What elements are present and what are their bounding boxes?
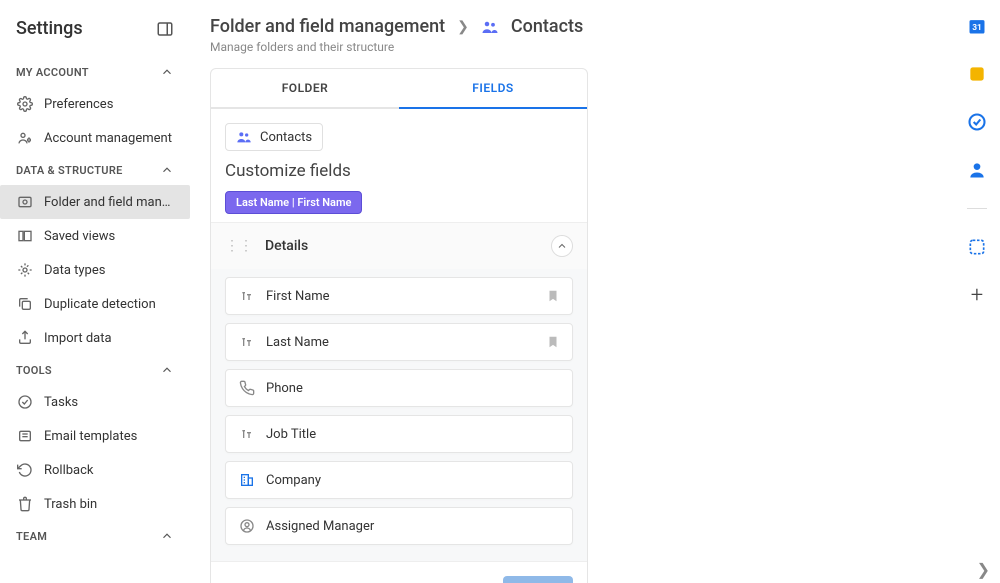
duplicate-icon xyxy=(16,295,34,313)
bookmark-icon[interactable] xyxy=(546,335,560,349)
chevron-up-icon xyxy=(160,363,174,377)
data-types-icon xyxy=(16,261,34,279)
tasks-icon xyxy=(16,393,34,411)
nav-tasks[interactable]: Tasks xyxy=(0,385,190,419)
nav-preferences[interactable]: Preferences xyxy=(0,87,190,121)
section-my-account[interactable]: MY ACCOUNT xyxy=(0,57,190,87)
page-subtitle: Manage folders and their structure xyxy=(210,40,934,54)
section-tools[interactable]: TOOLS xyxy=(0,355,190,385)
text-field-icon xyxy=(238,288,256,304)
breadcrumb: Folder and field management ❯ Contacts xyxy=(210,16,934,37)
preferences-icon xyxy=(16,95,34,113)
contacts-app-icon[interactable] xyxy=(967,160,987,180)
fields-panel: FOLDER FIELDS Contacts Customize fields … xyxy=(210,68,588,583)
breadcrumb-leaf: Contacts xyxy=(511,16,583,37)
customize-title: Customize fields xyxy=(225,161,573,181)
text-field-icon xyxy=(238,426,256,442)
section-data-structure[interactable]: DATA & STRUCTURE xyxy=(0,155,190,185)
rollback-icon xyxy=(16,461,34,479)
field-phone[interactable]: Phone xyxy=(225,369,573,407)
folder-selector[interactable]: Contacts xyxy=(225,123,323,151)
chevron-up-icon xyxy=(556,240,568,252)
cancel-button[interactable]: CANCEL xyxy=(225,576,314,583)
next-page-icon[interactable]: ❯ xyxy=(977,560,990,579)
import-icon xyxy=(16,329,34,347)
field-assigned-manager[interactable]: Assigned Manager xyxy=(225,507,573,545)
account-icon xyxy=(16,129,34,147)
main-content: Folder and field management ❯ Contacts M… xyxy=(190,0,954,583)
section-details-header[interactable]: ⋮⋮ Details xyxy=(211,222,587,269)
name-formula-chip[interactable]: Last Name | First Name xyxy=(225,191,362,214)
nav-email-templates[interactable]: Email templates xyxy=(0,419,190,453)
fields-list: First Name Last Name Phone Job Title Com… xyxy=(211,269,587,561)
people-icon xyxy=(236,129,252,145)
people-icon xyxy=(481,18,499,36)
nav-trash-bin[interactable]: Trash bin xyxy=(0,487,190,521)
rail-divider xyxy=(967,208,987,209)
drag-handle-icon[interactable]: ⋮⋮ xyxy=(225,238,253,254)
keep-icon[interactable] xyxy=(967,64,987,84)
panel-footer: CANCEL SAVE xyxy=(211,561,587,583)
trash-icon xyxy=(16,495,34,513)
svg-text:31: 31 xyxy=(972,23,982,33)
bookmark-icon[interactable] xyxy=(546,289,560,303)
section-team[interactable]: TEAM xyxy=(0,521,190,551)
chevron-up-icon xyxy=(160,529,174,543)
calendar-icon[interactable]: 31 xyxy=(967,16,987,36)
breadcrumb-root[interactable]: Folder and field management xyxy=(210,16,445,37)
chevron-up-icon xyxy=(160,65,174,79)
company-icon xyxy=(238,472,256,488)
phone-icon xyxy=(238,380,256,396)
field-last-name[interactable]: Last Name xyxy=(225,323,573,361)
save-button[interactable]: SAVE xyxy=(503,576,573,583)
nav-rollback[interactable]: Rollback xyxy=(0,453,190,487)
nav-saved-views[interactable]: Saved views xyxy=(0,219,190,253)
chevron-right-icon: ❯ xyxy=(457,19,469,35)
nav-import-data[interactable]: Import data xyxy=(0,321,190,355)
extension-icon[interactable] xyxy=(967,237,987,257)
tasks-app-icon[interactable] xyxy=(967,112,987,132)
panel-toggle-icon[interactable] xyxy=(156,20,174,38)
saved-views-icon xyxy=(16,227,34,245)
email-templates-icon xyxy=(16,427,34,445)
add-app-icon[interactable]: + xyxy=(967,285,987,305)
nav-account-management[interactable]: Account management xyxy=(0,121,190,155)
right-rail: 31 + xyxy=(954,0,1000,583)
field-job-title[interactable]: Job Title xyxy=(225,415,573,453)
field-company[interactable]: Company xyxy=(225,461,573,499)
chevron-up-icon xyxy=(160,163,174,177)
settings-sidebar: Settings MY ACCOUNT Preferences Account … xyxy=(0,0,190,583)
person-icon xyxy=(238,518,256,534)
text-field-icon xyxy=(238,334,256,350)
nav-duplicate-detection[interactable]: Duplicate detection xyxy=(0,287,190,321)
sidebar-title: Settings xyxy=(16,18,83,39)
collapse-button[interactable] xyxy=(551,235,573,257)
field-first-name[interactable]: First Name xyxy=(225,277,573,315)
tab-folder[interactable]: FOLDER xyxy=(211,69,399,109)
nav-folder-field-management[interactable]: Folder and field mana... xyxy=(0,185,190,219)
folder-field-icon xyxy=(16,193,34,211)
nav-data-types[interactable]: Data types xyxy=(0,253,190,287)
tab-fields[interactable]: FIELDS xyxy=(399,69,587,109)
